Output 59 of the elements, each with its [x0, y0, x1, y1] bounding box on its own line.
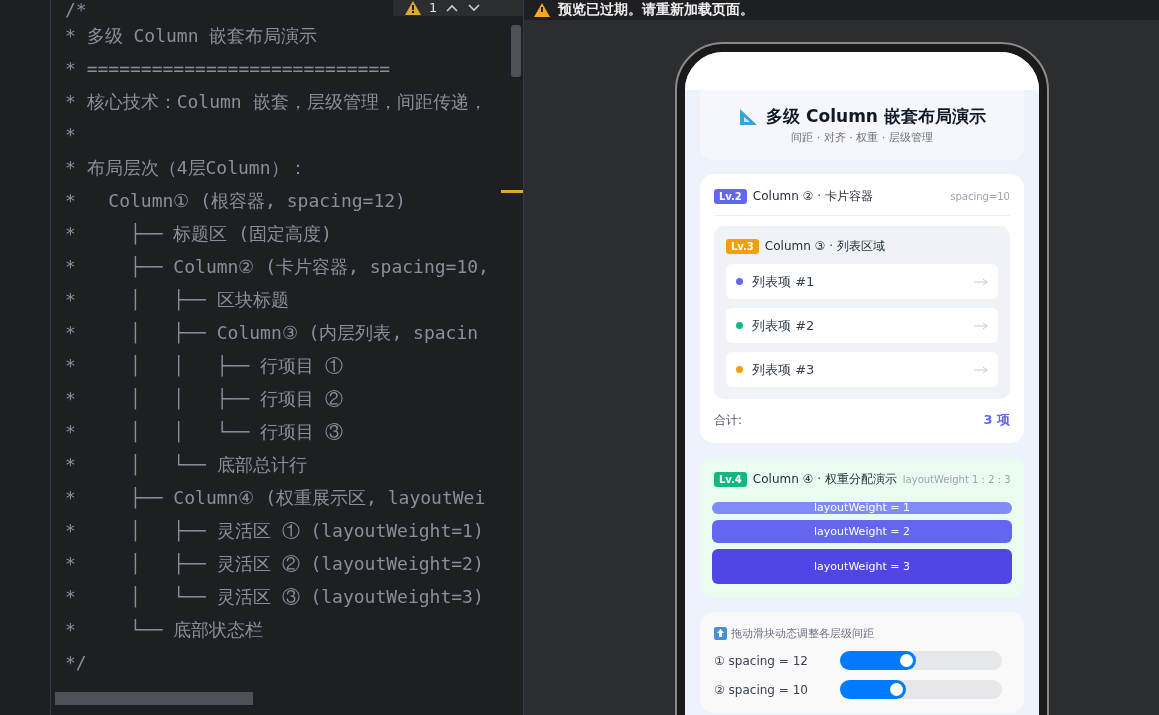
chevron-down-icon[interactable] — [467, 3, 482, 13]
list-item[interactable]: 列表项 #3 — [726, 352, 998, 387]
code-line: * │ │ ├── 行项目 ② — [65, 387, 343, 412]
code-line: * 核心技术：Column 嵌套，层级管理，间距传递， — [65, 90, 487, 114]
code-line: /* — [65, 0, 87, 19]
slider-label: ② spacing = 10 — [714, 682, 809, 697]
code-line: * │ ├── 灵活区 ② (layoutWeight=2) — [65, 552, 484, 577]
code-line: * │ │ ├── 行项目 ① — [65, 354, 343, 379]
code-line: * Column① (根容器, spacing=12) — [65, 189, 406, 213]
code-line: * 多级 Column 嵌套布局演示 — [65, 24, 318, 48]
item-label: 列表项 #3 — [752, 360, 816, 379]
code-line: * 布局层次（4层Column）： — [65, 156, 307, 180]
spacing-slider[interactable] — [840, 651, 1002, 670]
slider-hint: 拖动滑块动态调整各层级间距 — [731, 626, 874, 641]
problem-count[interactable]: 1 — [429, 1, 438, 15]
section-title: Column ④ · 权重分配演示 — [752, 471, 897, 488]
code-line: * — [65, 123, 76, 147]
code-line: * │ ├── 灵活区 ① (layoutWeight=1) — [65, 519, 484, 544]
page-subtitle: 间距 · 对齐 · 权重 · 层级管理 — [791, 130, 933, 145]
code-line: * ├── 标题区 (固定高度) — [65, 222, 332, 247]
total-label: 合计: — [714, 411, 743, 429]
code-line: * │ │ └── 行项目 ③ — [65, 420, 343, 445]
total-value: 3 项 — [983, 411, 1010, 429]
warning-marker — [501, 190, 523, 193]
code-line: * │ └── 底部总计行 — [65, 453, 307, 478]
code-line: */ — [65, 651, 87, 675]
item-label: 列表项 #1 — [752, 272, 816, 291]
weight-note: layoutWeight 1 : 2 : 3 — [902, 474, 1011, 485]
code-line: * │ ├── Column③ (内层列表, spacin — [65, 321, 479, 346]
section-title: Column ② · 卡片容器 — [752, 188, 873, 205]
level-tag: Lv.4 — [714, 472, 747, 487]
code-line: * ├── Column④ (权重展示区, layoutWei — [65, 486, 486, 511]
list-item[interactable]: 列表项 #1 — [726, 264, 998, 299]
spacing-slider[interactable] — [840, 680, 1002, 699]
slider-label: ① spacing = 12 — [714, 653, 809, 668]
banner-text: 预览已过期。请重新加载页面。 — [558, 1, 754, 19]
chevron-up-icon[interactable] — [445, 3, 460, 13]
code-line: * │ └── 灵活区 ③ (layoutWeight=3) — [65, 585, 484, 610]
weight-bar: layoutWeight = 2 — [712, 520, 1012, 543]
list-item[interactable]: 列表项 #2 — [726, 308, 998, 343]
spacing-note: spacing=10 — [950, 191, 1010, 202]
page-title: 多级 Column 嵌套布局演示 — [766, 105, 986, 128]
arrow-right-icon — [974, 321, 988, 330]
item-label: 列表项 #2 — [752, 316, 816, 335]
scrollbar-thumb[interactable] — [55, 692, 253, 705]
level-tag: Lv.3 — [726, 239, 759, 254]
arrow-right-icon — [974, 365, 988, 374]
code-line: * ├── Column② (卡片容器, spacing=10, — [65, 255, 489, 280]
level-tag: Lv.2 — [714, 189, 747, 204]
weight-bar: layoutWeight = 1 — [712, 502, 1012, 514]
weight-bar: layoutWeight = 3 — [712, 549, 1012, 584]
code-line: * └── 底部状态栏 — [65, 618, 264, 642]
warning-icon — [534, 3, 550, 17]
section-title: Column ③ · 列表区域 — [764, 238, 885, 255]
scrollbar-thumb[interactable] — [511, 25, 521, 77]
code-line: * ============================ — [65, 57, 391, 81]
arrow-right-icon — [974, 277, 988, 286]
upload-icon — [714, 627, 727, 640]
code-line: * │ ├── 区块标题 — [65, 288, 289, 313]
